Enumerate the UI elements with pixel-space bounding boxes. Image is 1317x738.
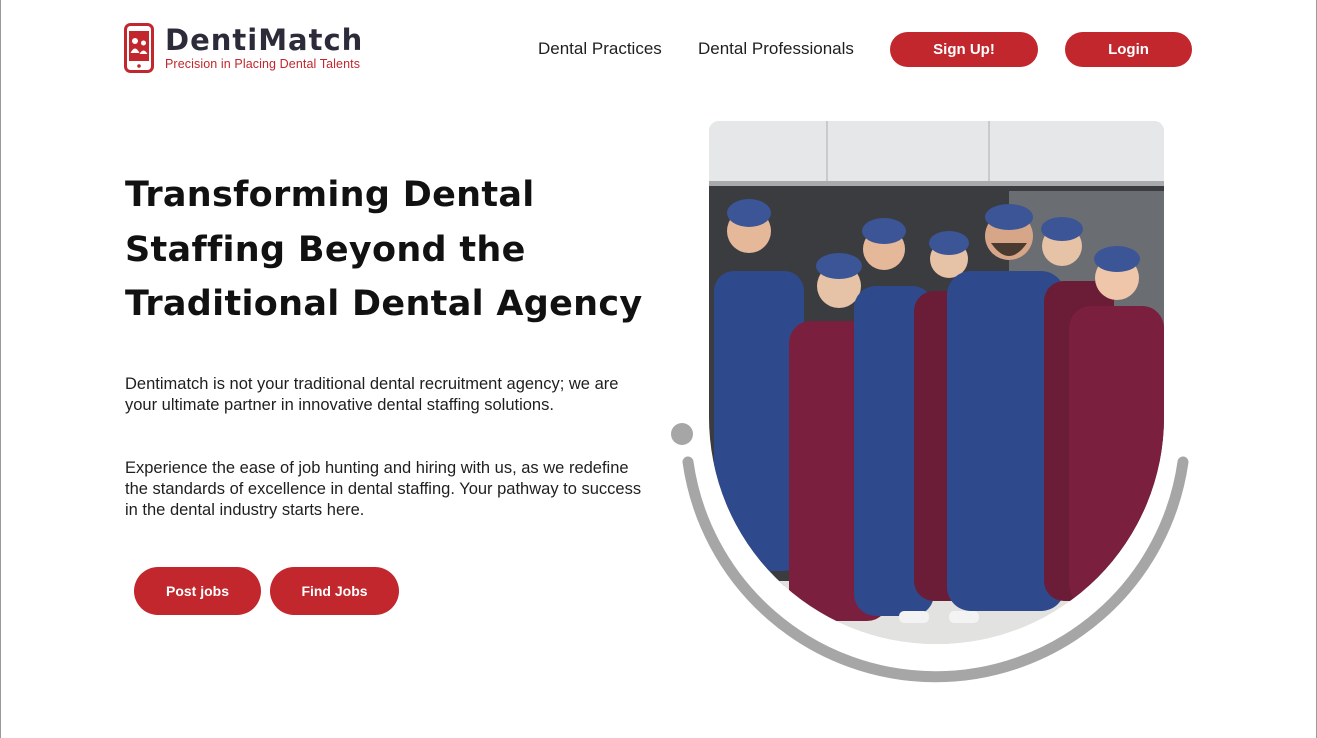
logo[interactable]: DentiMatch Precision in Placing Dental T… [124,23,363,73]
brand-tagline: Precision in Placing Dental Talents [165,57,361,71]
hero-title: Transforming Dental Staffing Beyond the … [125,175,643,324]
find-jobs-button[interactable]: Find Jobs [270,567,399,615]
hero-paragraph-2: Experience the ease of job hunting and h… [125,459,642,519]
post-jobs-button[interactable]: Post jobs [134,567,261,615]
hero-paragraph-1: Dentimatch is not your traditional denta… [125,375,619,414]
dental-team-photo [709,121,1164,644]
nav-dental-practices[interactable]: Dental Practices [538,39,662,59]
phone-with-people-icon [124,23,154,73]
sign-up-button[interactable]: Sign Up! [890,32,1038,67]
nav-dental-professionals[interactable]: Dental Professionals [698,39,854,59]
brand-name: DentiMatch [165,23,364,57]
login-button[interactable]: Login [1065,32,1192,67]
